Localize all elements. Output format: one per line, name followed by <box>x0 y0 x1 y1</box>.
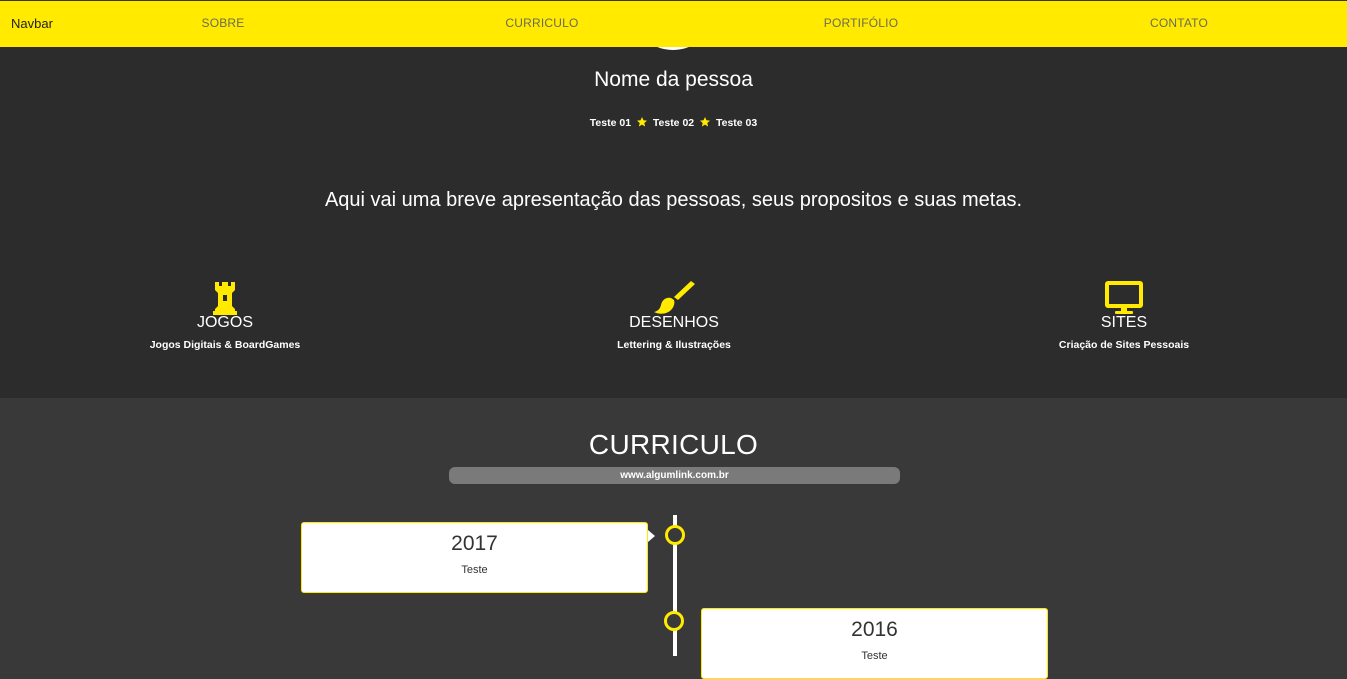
timeline-dot <box>664 611 684 631</box>
service-description: Lettering & Ilustrações <box>617 339 731 351</box>
person-name: Nome da pessoa <box>594 68 753 91</box>
intro-text: Aqui vai uma breve apresentação das pess… <box>324 189 1023 211</box>
navbar: Navbar SOBRE CURRICULO PORTIFÓLIO CONTAT… <box>0 0 1347 47</box>
service-description: Criação de Sites Pessoais <box>1058 339 1190 351</box>
timeline-text: Teste <box>861 650 888 662</box>
timeline-text: Teste <box>461 564 488 576</box>
timeline-dot <box>665 525 685 545</box>
nav-link-sobre[interactable]: SOBRE <box>201 16 244 30</box>
tag-item: Teste 02 <box>652 117 695 129</box>
nav-link-portifolio[interactable]: PORTIFÓLIO <box>824 16 898 30</box>
service-jogos: JOGOS Jogos Digitais & BoardGames <box>95 281 355 351</box>
tag-list: Teste 01 Teste 02 Teste 03 <box>0 116 1347 129</box>
star-icon <box>636 117 647 127</box>
tag-item: Teste 01 <box>589 117 632 129</box>
avatar <box>630 47 716 50</box>
hero-section: Nome da pessoa Teste 01 Teste 02 Teste 0… <box>0 47 1347 398</box>
star-icon <box>700 117 711 127</box>
curriculo-title: CURRICULO <box>588 429 759 460</box>
service-description: Jogos Digitais & BoardGames <box>149 339 301 351</box>
service-title: JOGOS <box>196 314 253 331</box>
timeline-card-arrow <box>648 530 655 542</box>
nav-link-curriculo[interactable]: CURRICULO <box>505 16 578 30</box>
timeline-year: 2017 <box>451 532 498 555</box>
tag-item: Teste 03 <box>715 117 758 129</box>
paintbrush-icon <box>654 281 695 314</box>
nav-link-contato[interactable]: CONTATO <box>1150 16 1208 30</box>
timeline-card-2016: 2016 Teste <box>701 608 1048 679</box>
monitor-icon <box>1105 281 1143 314</box>
navbar-brand[interactable]: Navbar <box>11 16 53 31</box>
service-title: DESENHOS <box>629 314 719 331</box>
timeline-year: 2016 <box>851 618 898 641</box>
service-sites: SITES Criação de Sites Pessoais <box>994 281 1254 351</box>
chess-rook-icon <box>213 282 237 315</box>
service-desenhos: DESENHOS Lettering & Ilustrações <box>544 281 804 351</box>
timeline-card-2017: 2017 Teste <box>301 522 648 593</box>
service-title: SITES <box>1100 314 1148 331</box>
curriculo-link[interactable]: www.algumlink.com.br <box>449 467 900 484</box>
